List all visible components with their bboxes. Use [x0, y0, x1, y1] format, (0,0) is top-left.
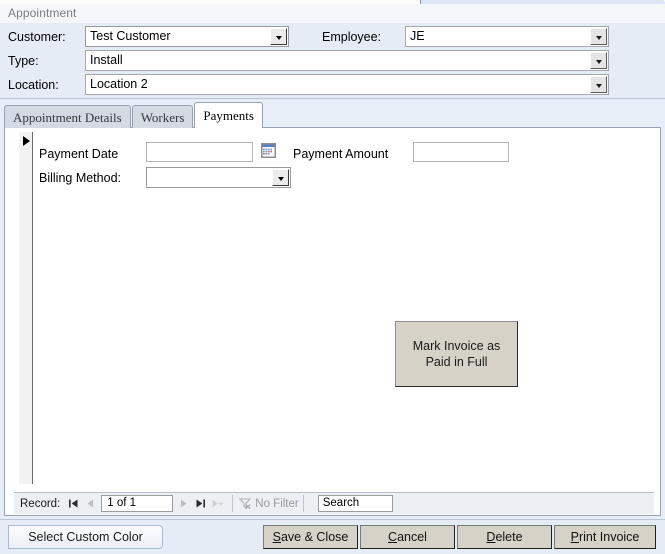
payment-amount-input[interactable] — [413, 142, 509, 162]
chevron-down-icon[interactable] — [272, 169, 289, 186]
location-value: Location 2 — [90, 77, 148, 91]
tab-appointment-details[interactable]: Appointment Details — [4, 105, 131, 128]
tab-payments[interactable]: Payments — [194, 102, 263, 128]
mark-invoice-paid-line2: Paid in Full — [425, 355, 488, 369]
nav-divider — [232, 495, 234, 512]
customer-label: Customer: — [8, 30, 66, 44]
nav-divider-2 — [302, 495, 304, 512]
tab-control: Appointment Details Workers Payments Pay… — [4, 101, 661, 516]
current-record-arrow-icon — [23, 136, 30, 146]
form-header-band — [0, 4, 665, 23]
employee-combobox[interactable]: JE — [405, 26, 609, 47]
search-input[interactable]: Search — [317, 495, 393, 512]
record-nav-label: Record: — [20, 497, 61, 510]
chevron-down-icon[interactable] — [270, 28, 287, 45]
cancel-accel: C — [388, 530, 398, 544]
location-combobox[interactable]: Location 2 — [85, 74, 609, 95]
filter-icon — [239, 498, 252, 509]
billing-method-combobox[interactable] — [146, 167, 291, 188]
delete-button[interactable]: Delete — [457, 525, 552, 549]
record-navigator: Record: 1 of 1 No Filter Search — [14, 492, 654, 514]
save-and-close-button[interactable]: Save & Close — [263, 525, 358, 549]
cancel-label: ancel — [397, 530, 427, 544]
type-label: Type: — [8, 54, 39, 68]
type-combobox[interactable]: Install — [85, 50, 609, 71]
customer-combobox[interactable]: Test Customer — [85, 26, 289, 47]
customer-value: Test Customer — [90, 29, 171, 43]
previous-record-icon — [82, 495, 99, 513]
chevron-down-icon[interactable] — [590, 52, 607, 69]
print-invoice-label: rint Invoice — [578, 530, 640, 544]
new-record-icon — [209, 495, 226, 513]
mark-invoice-paid-line1: Mark Invoice as — [412, 339, 501, 353]
record-selector[interactable] — [19, 132, 33, 484]
delete-label: elete — [495, 530, 523, 544]
employee-label: Employee: — [322, 30, 382, 44]
save-and-close-accel: S — [272, 530, 281, 544]
form-title: Appointment — [8, 6, 77, 20]
tab-page-payments: Payment Date Payment Amount Billing Meth… — [4, 127, 661, 516]
payment-amount-label: Payment Amount — [293, 147, 389, 161]
mark-invoice-paid-button[interactable]: Mark Invoice as Paid in Full — [395, 321, 518, 387]
billing-method-label: Billing Method: — [39, 171, 121, 185]
first-record-icon[interactable] — [65, 495, 82, 513]
next-record-icon — [175, 495, 192, 513]
print-invoice-button[interactable]: Print Invoice — [554, 525, 656, 549]
select-custom-color-button[interactable]: Select Custom Color — [8, 525, 163, 549]
access-form-window: Appointment Customer: Test Customer Empl… — [0, 0, 665, 554]
filter-label: No Filter — [255, 497, 299, 510]
cancel-button[interactable]: Cancel — [360, 525, 455, 549]
tab-workers[interactable]: Workers — [131, 105, 194, 128]
save-and-close-label: ave & Close — [280, 530, 349, 544]
calendar-icon[interactable] — [261, 143, 276, 158]
chevron-down-icon[interactable] — [590, 76, 607, 93]
print-invoice-accel: P — [570, 530, 579, 544]
tab-strip: Appointment Details Workers Payments — [4, 101, 264, 128]
last-record-icon[interactable] — [192, 495, 209, 513]
header-fields-zone: Customer: Test Customer Employee: JE Typ… — [0, 23, 665, 99]
chevron-down-icon[interactable] — [590, 28, 607, 45]
filter-status[interactable]: No Filter — [239, 497, 299, 510]
payment-date-input[interactable] — [146, 142, 253, 162]
payment-date-label: Payment Date — [39, 147, 119, 161]
employee-value: JE — [410, 29, 425, 43]
record-position-input[interactable]: 1 of 1 — [101, 495, 174, 512]
location-label: Location: — [8, 78, 59, 92]
type-value: Install — [90, 53, 123, 67]
